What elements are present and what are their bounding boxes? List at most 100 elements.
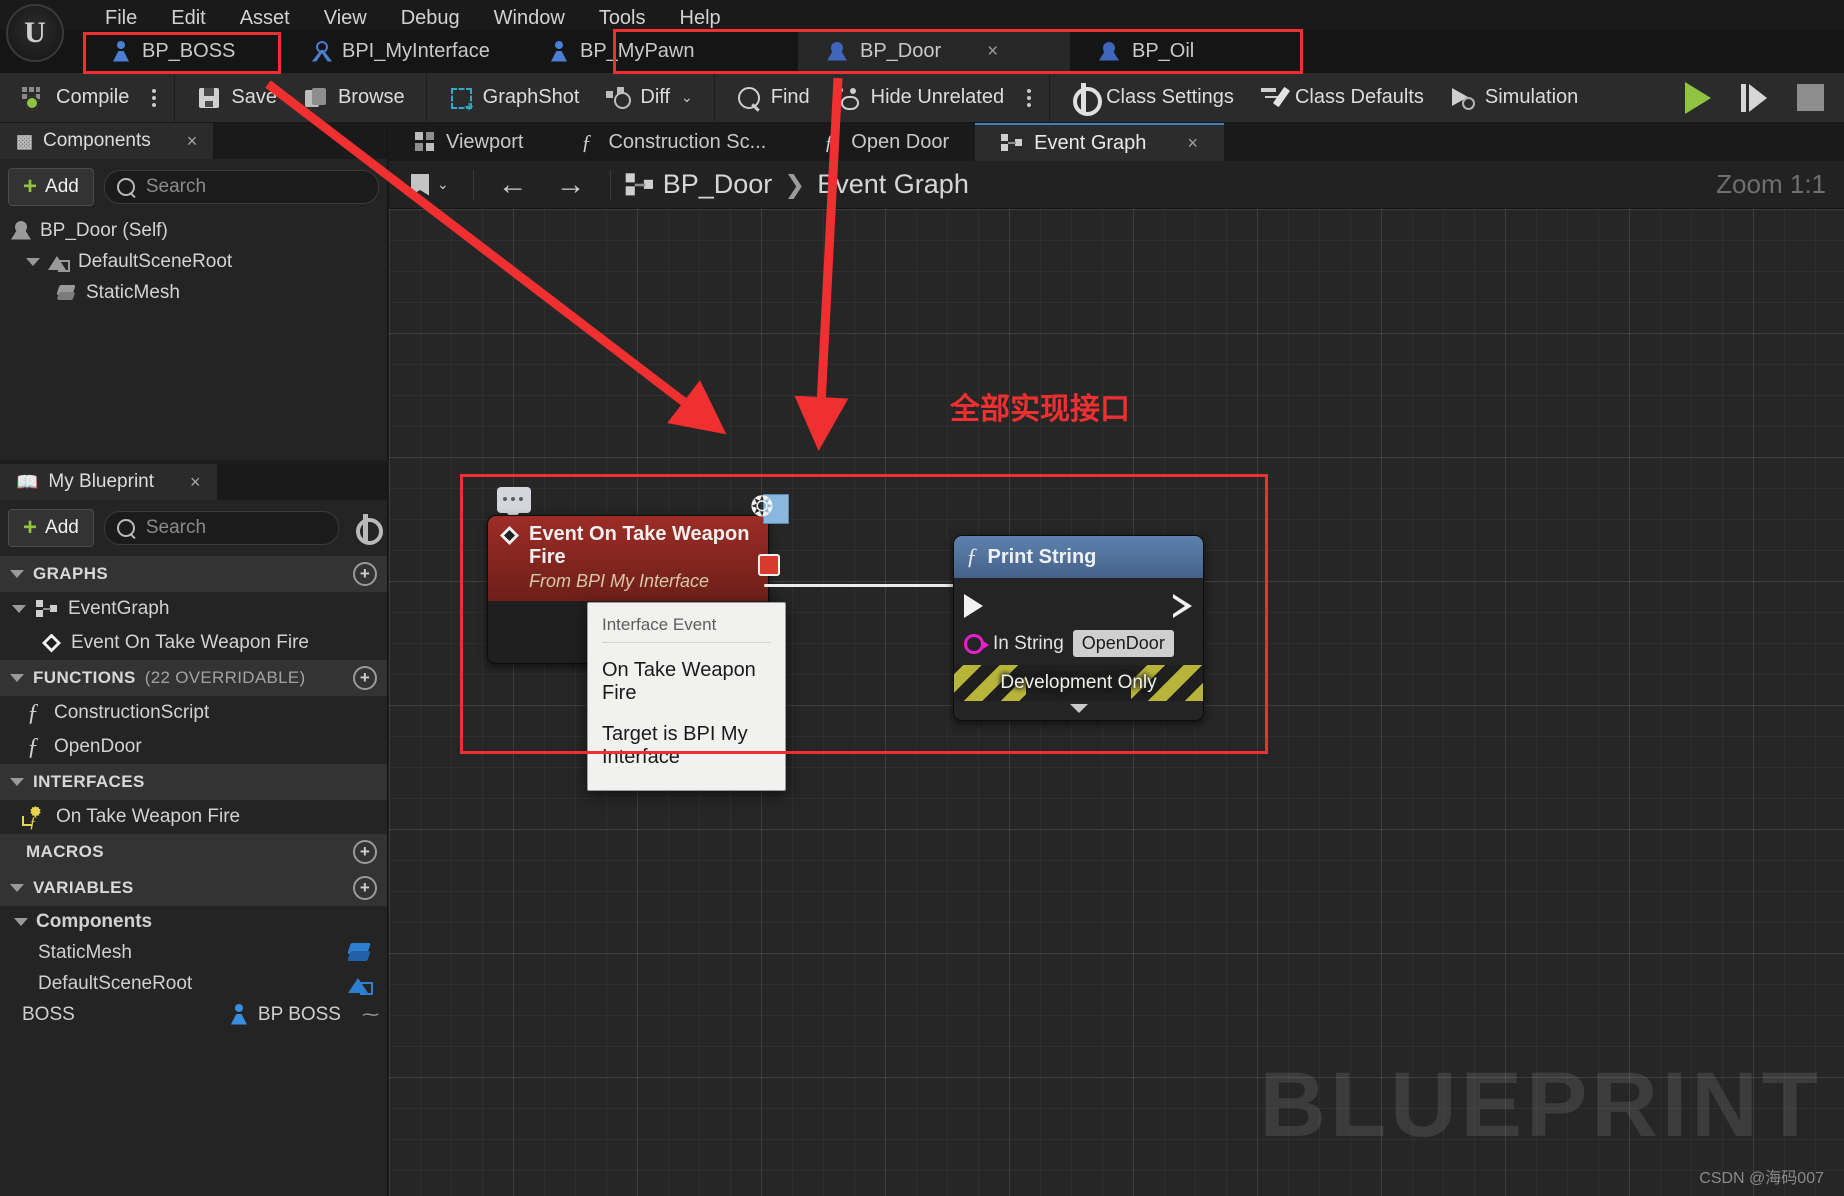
unreal-engine-logo-icon[interactable]: U <box>6 4 64 62</box>
blueprint-watermark: BLUEPRINT <box>1259 1054 1822 1156</box>
close-icon[interactable]: × <box>1187 133 1198 154</box>
plus-icon: + <box>23 514 38 541</box>
back-button[interactable]: ← <box>486 164 540 206</box>
asset-tab-label: BP_BOSS <box>142 40 236 62</box>
simulation-button[interactable]: Simulation <box>1437 77 1591 119</box>
add-graph-button[interactable]: + <box>353 562 377 586</box>
browse-button[interactable]: Browse <box>290 77 418 119</box>
asset-tab-bp-oil[interactable]: BP_Oil <box>1070 30 1250 73</box>
play-button[interactable] <box>1670 75 1726 121</box>
hide-unrelated-options-button[interactable] <box>1017 88 1041 107</box>
breadcrumb-current: Event Graph <box>817 169 969 199</box>
chevron-down-icon[interactable] <box>12 605 26 613</box>
in-string-value[interactable]: OpenDoor <box>1072 630 1174 657</box>
delegate-output-pin[interactable] <box>758 554 780 576</box>
forward-button[interactable]: → <box>544 164 598 206</box>
class-defaults-button[interactable]: Class Defaults <box>1247 77 1437 119</box>
node-print-string[interactable]: ƒ Print String In String OpenDoor Develo… <box>953 535 1204 721</box>
find-label: Find <box>770 86 810 108</box>
chevron-down-icon[interactable] <box>10 674 24 682</box>
section-functions[interactable]: FUNCTIONS (22 OVERRIDABLE) + <box>0 660 387 696</box>
variable-row-boss[interactable]: BOSS BP BOSS ⁓ <box>0 999 387 1030</box>
variables-group-components[interactable]: Components <box>0 906 387 937</box>
tree-row-default-scene-root[interactable]: DefaultSceneRoot <box>0 246 387 277</box>
exec-output-pin[interactable] <box>1173 594 1193 618</box>
asset-tab-bp-mypawn[interactable]: BP_MyPawn <box>522 30 798 73</box>
my-blueprint-search-input[interactable]: Search <box>103 511 339 545</box>
item-eventgraph[interactable]: EventGraph <box>0 592 387 626</box>
section-title: FUNCTIONS <box>33 668 136 687</box>
compile-options-button[interactable] <box>142 88 166 107</box>
variable-row-defaultsceneroot[interactable]: DefaultSceneRoot <box>0 968 387 999</box>
gear-icon[interactable] <box>353 514 383 545</box>
my-blueprint-add-button[interactable]: + Add <box>8 509 94 547</box>
eye-closed-icon[interactable]: ⁓ <box>362 1005 379 1025</box>
graph-tab-construction-script[interactable]: ƒ Construction Sc... <box>549 123 792 161</box>
step-button[interactable] <box>1726 75 1782 121</box>
main-toolbar: Compile Save Browse GraphShot Diff ⌄ <box>0 73 1844 123</box>
annotation-label: 全部实现接口 <box>950 393 1130 426</box>
tree-row-bp-door-self[interactable]: BP_Door (Self) <box>0 215 387 246</box>
chevron-down-icon[interactable] <box>26 257 40 266</box>
add-variable-button[interactable]: + <box>353 876 377 900</box>
exec-input-pin[interactable] <box>964 594 983 618</box>
stop-button[interactable] <box>1782 75 1838 121</box>
item-constructionscript[interactable]: ƒ ConstructionScript <box>0 696 387 730</box>
actor-icon <box>10 220 32 242</box>
compile-button[interactable]: Compile <box>8 77 142 119</box>
item-opendoor[interactable]: ƒ OpenDoor <box>0 730 387 764</box>
graph-icon <box>36 600 58 618</box>
class-settings-button[interactable]: Class Settings <box>1058 77 1247 119</box>
chevron-down-icon[interactable] <box>10 570 24 578</box>
hide-unrelated-label: Hide Unrelated <box>870 86 1005 108</box>
section-interfaces[interactable]: INTERFACES <box>0 764 387 800</box>
chevron-down-icon[interactable] <box>14 917 28 926</box>
graph-tab-event-graph[interactable]: Event Graph × <box>975 123 1224 161</box>
asset-tab-bp-door[interactable]: BP_Door × <box>798 30 1070 73</box>
variable-row-staticmesh[interactable]: StaticMesh <box>0 937 387 968</box>
graph-tab-open-door[interactable]: ƒ Open Door <box>792 123 975 161</box>
close-icon[interactable]: × <box>187 131 198 152</box>
variable-type <box>347 942 373 964</box>
add-macro-button[interactable]: + <box>353 840 377 864</box>
interface-fn-icon <box>22 806 46 832</box>
save-label: Save <box>231 86 277 108</box>
breadcrumb-root[interactable]: BP_Door <box>663 169 773 200</box>
node-comment-bubble-icon[interactable] <box>497 487 531 520</box>
hide-unrelated-button[interactable]: Hide Unrelated <box>823 77 1017 119</box>
section-title: GRAPHS <box>33 564 109 583</box>
static-mesh-icon <box>56 283 78 303</box>
chevron-down-icon[interactable] <box>10 884 24 892</box>
bookmark-button[interactable]: ⌄ <box>399 168 461 202</box>
close-icon[interactable]: × <box>987 41 998 63</box>
asset-tab-bp-boss[interactable]: BP_BOSS <box>84 30 282 73</box>
chevron-down-icon[interactable] <box>10 778 24 786</box>
breadcrumb-separator: ❯ <box>784 170 806 199</box>
save-button[interactable]: Save <box>183 77 290 119</box>
section-macros[interactable]: MACROS + <box>0 834 387 870</box>
item-event-on-take-weapon-fire[interactable]: Event On Take Weapon Fire <box>0 626 387 660</box>
graph-tab-viewport[interactable]: Viewport <box>389 123 549 161</box>
asset-tab-label: BP_Door <box>860 40 942 62</box>
variable-type: BP BOSS <box>230 1003 341 1026</box>
section-variables[interactable]: VARIABLES + <box>0 870 387 906</box>
diff-button[interactable]: Diff ⌄ <box>592 77 705 119</box>
tab-my-blueprint[interactable]: 📖 My Blueprint × <box>0 464 217 500</box>
section-graphs[interactable]: GRAPHS + <box>0 556 387 592</box>
close-icon[interactable]: × <box>190 472 201 493</box>
add-function-button[interactable]: + <box>353 666 377 690</box>
door-icon <box>1098 41 1120 63</box>
string-input-pin[interactable] <box>964 633 989 654</box>
item-on-take-weapon-fire[interactable]: On Take Weapon Fire <box>0 800 387 834</box>
components-add-button[interactable]: + Add <box>8 168 94 206</box>
toolbar-group-class: Class Settings Class Defaults Simulation <box>1050 73 1599 122</box>
asset-tab-bpi-myinterface[interactable]: BPI_MyInterface <box>282 30 522 73</box>
node-expand-button[interactable] <box>954 701 1203 720</box>
components-search-input[interactable]: Search <box>103 170 379 204</box>
find-button[interactable]: Find <box>723 77 823 119</box>
graphshot-button[interactable]: GraphShot <box>435 77 593 119</box>
tree-row-static-mesh[interactable]: StaticMesh <box>0 277 387 308</box>
asset-tab-label: BP_MyPawn <box>580 40 695 62</box>
tooltip-header: Interface Event <box>602 615 717 634</box>
tab-components[interactable]: ▩ Components × <box>0 123 214 159</box>
